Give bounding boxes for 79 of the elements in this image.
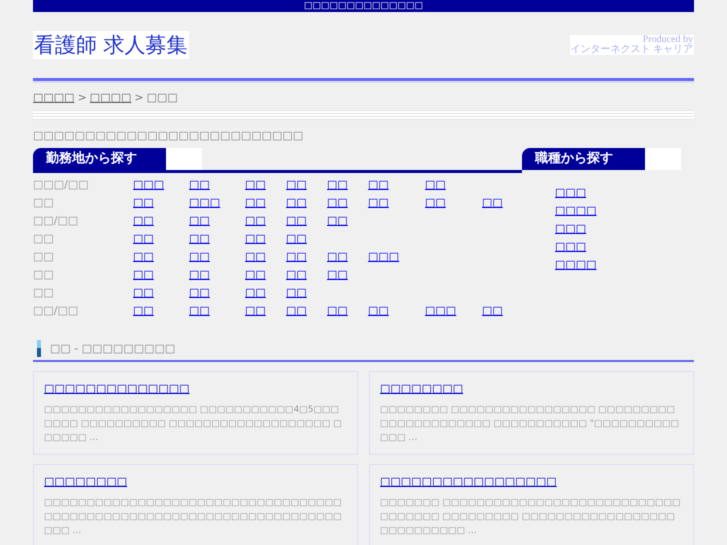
producer-logo: Produced by インターネクスト キャリア <box>570 35 694 55</box>
prefecture-link[interactable]: □□ <box>189 284 245 302</box>
news-excerpt: □□□□□□□□□□□□□□□□□□□□□□□□□□□□□□□□□□□□□□□□□□□□□□□□□□□□□□□□□□□□□□□□□□□□□□□□□ … <box>44 497 343 538</box>
region-label: □□ <box>33 195 55 211</box>
news-excerpt: □□□□□□□ □□□□□□□□□□□□□□□□□□□□□□□□□□□□□□□□□□□ □□□□□□□□□ □□□□□□□□□□□□□□□□□□□□□□□□□□□□ … <box>380 497 682 538</box>
prefecture-link[interactable]: □□ <box>286 194 327 212</box>
job-type-link[interactable]: □□□□ <box>555 202 694 220</box>
prefecture-link[interactable]: □□ <box>189 302 245 320</box>
prefecture-link[interactable]: □□ <box>133 194 189 212</box>
heading-marker-icon <box>37 340 41 357</box>
prefecture-link[interactable]: □□ <box>189 176 245 194</box>
prefecture-link[interactable]: □□ <box>245 230 286 248</box>
prefecture-link[interactable]: □□ <box>133 284 189 302</box>
news-title-link[interactable]: □□□□□□□□□□□□□□ <box>44 382 190 395</box>
news-excerpt: □□□□□□□□□□□□□□□□□□ □□□□□□□□□□□4□5□□□□□□□ □□□□□□□□□□ □□□□□□□□□□□□□□□□□□□ □□□□□□ … <box>44 404 343 445</box>
prefecture-link[interactable]: □□ <box>286 230 327 248</box>
prefecture-link[interactable]: □□ <box>327 248 368 266</box>
region-label: □□ <box>33 285 55 301</box>
breadcrumb-link[interactable]: □□□□ <box>33 91 75 104</box>
breadcrumb-current: □□□ <box>146 91 178 104</box>
section-heading: □□ - □□□□□□□□□ <box>50 342 176 355</box>
intro-text: □□□□□□□□□□□□□□□□□□□□□□□□□□ <box>33 129 304 142</box>
breadcrumb-separator: > <box>78 91 87 104</box>
prefecture-link[interactable]: □□ <box>245 194 286 212</box>
prefecture-link[interactable]: □□ <box>482 194 522 212</box>
region-label: □□/□□ <box>33 213 80 229</box>
prefecture-link[interactable]: □□ <box>133 248 189 266</box>
prefecture-link[interactable]: □□□ <box>368 248 425 266</box>
prefecture-link[interactable]: □□ <box>189 266 245 284</box>
prefecture-link[interactable]: □□ <box>286 248 327 266</box>
prefecture-link[interactable]: □□ <box>286 284 327 302</box>
breadcrumb-separator: > <box>134 91 144 104</box>
job-type-link[interactable]: □□□□ <box>555 256 694 274</box>
prefecture-link[interactable]: □□ <box>245 284 286 302</box>
prefecture-link[interactable]: □□ <box>368 194 425 212</box>
job-type-link[interactable]: □□□ <box>555 238 694 256</box>
prefecture-link[interactable]: □□□ <box>133 176 189 194</box>
news-title-link[interactable]: □□□□□□□□ <box>380 382 464 395</box>
prefecture-link[interactable]: □□ <box>133 302 189 320</box>
top-banner: □□□□□□□□□□□□□□ <box>33 0 694 12</box>
news-title-link[interactable]: □□□□□□□□□□□□□□□□□ <box>380 475 557 488</box>
prefecture-link[interactable]: □□ <box>189 230 245 248</box>
prefecture-link[interactable]: □□ <box>327 212 368 230</box>
prefecture-link[interactable]: □□ <box>286 302 327 320</box>
region-label: □□ <box>33 249 55 265</box>
prefecture-link[interactable]: □□ <box>425 176 482 194</box>
news-title-link[interactable]: □□□□□□□□ <box>44 475 128 488</box>
prefecture-link[interactable]: □□□ <box>425 302 482 320</box>
prefecture-link[interactable]: □□ <box>245 248 286 266</box>
region-label: □□ <box>33 231 55 247</box>
prefecture-link[interactable]: □□ <box>327 302 368 320</box>
job-type-link[interactable]: □□□ <box>555 184 694 202</box>
prefecture-link[interactable]: □□ <box>133 230 189 248</box>
prefecture-link[interactable]: □□ <box>368 302 425 320</box>
site-logo[interactable]: 看護師 求人募集 <box>33 31 189 59</box>
region-label: □□/□□ <box>33 303 80 319</box>
prefecture-link[interactable]: □□ <box>133 266 189 284</box>
prefecture-link[interactable]: □□ <box>482 302 522 320</box>
prefecture-link[interactable]: □□ <box>286 212 327 230</box>
prefecture-link[interactable]: □□ <box>245 176 286 194</box>
prefecture-link[interactable]: □□□ <box>189 194 245 212</box>
news-excerpt: □□□□□□□□ □□□□□□□□□□□□□□□□□ □□□□□□□□□□□□□□□□□□□□□□ □□□□□□□□□□□ "□□□□□□□□□□□□□ … <box>380 404 680 445</box>
prefecture-link[interactable]: □□ <box>189 248 245 266</box>
prefecture-link[interactable]: □□ <box>368 176 425 194</box>
prefecture-link[interactable]: □□ <box>133 212 189 230</box>
breadcrumb-link[interactable]: □□□□ <box>90 91 132 104</box>
prefecture-link[interactable]: □□ <box>286 176 327 194</box>
region-label: □□□/□□ <box>33 177 90 193</box>
prefecture-link[interactable]: □□ <box>327 176 368 194</box>
prefecture-link[interactable]: □□ <box>189 212 245 230</box>
region-label: □□ <box>33 267 55 283</box>
prefecture-link[interactable]: □□ <box>327 266 368 284</box>
prefecture-link[interactable]: □□ <box>245 212 286 230</box>
prefecture-link[interactable]: □□ <box>286 266 327 284</box>
job-type-link[interactable]: □□□ <box>555 220 694 238</box>
prefecture-link[interactable]: □□ <box>245 302 286 320</box>
prefecture-link[interactable]: □□ <box>245 266 286 284</box>
prefecture-link[interactable]: □□ <box>425 194 482 212</box>
prefecture-link[interactable]: □□ <box>327 194 368 212</box>
